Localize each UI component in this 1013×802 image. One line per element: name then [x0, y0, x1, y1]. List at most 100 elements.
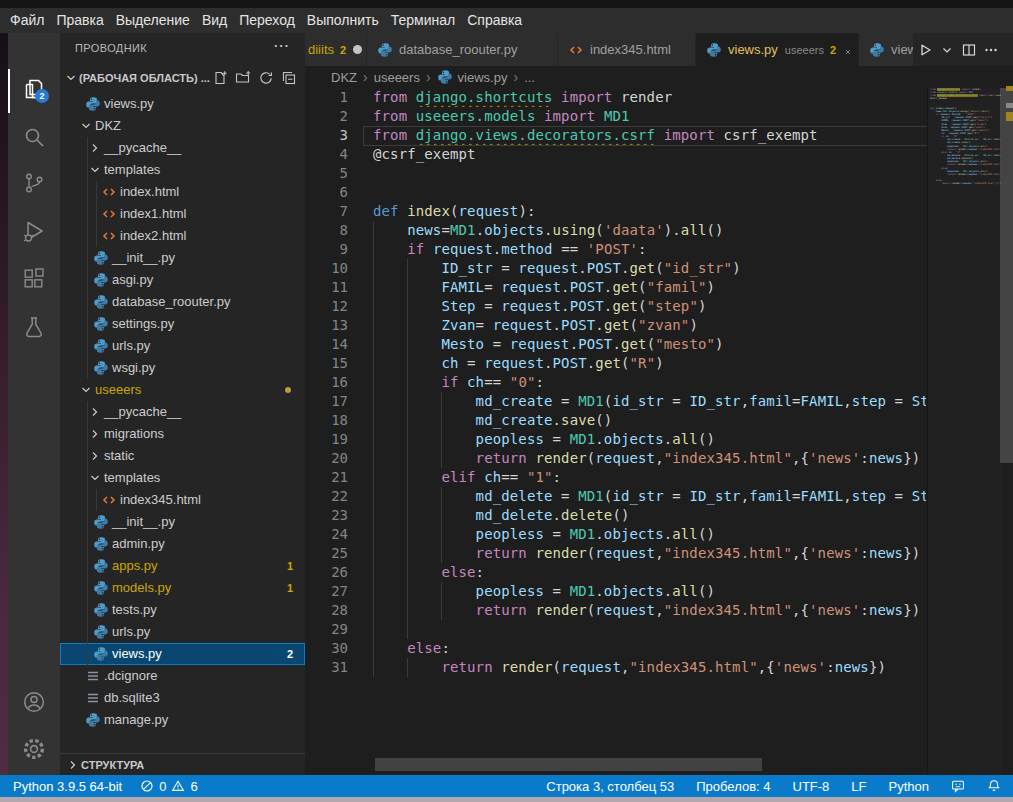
menu-item[interactable]: Выполнить: [301, 8, 385, 33]
line-number[interactable]: 10: [305, 259, 348, 278]
code-line-13[interactable]: 13 Zvan= request.POST.get("zvan"): [305, 316, 926, 335]
line-number[interactable]: 25: [305, 544, 348, 563]
feedback-icon[interactable]: [951, 779, 965, 793]
tree-item-settings.py[interactable]: settings.py: [60, 313, 305, 335]
outline-section-header[interactable]: СТРУКТУРА: [60, 753, 305, 776]
line-number[interactable]: 18: [305, 411, 348, 430]
code-line-12[interactable]: 12 Step = request.POST.get("step"): [305, 297, 926, 316]
code-line-18[interactable]: 18 md_create.save(): [305, 411, 926, 430]
testing-icon[interactable]: [22, 315, 46, 339]
collapse-all-icon[interactable]: [281, 70, 297, 86]
code-line-8[interactable]: 8 news=MD1.objects.using('daata').all(): [305, 221, 926, 240]
split-editor-icon[interactable]: [961, 42, 977, 58]
tab-index345.html[interactable]: index345.html: [558, 33, 696, 66]
code-line-22[interactable]: 22 md_delete = MD1(id_str = ID_str,famil…: [305, 487, 926, 506]
tree-item-asgi.py[interactable]: asgi.py: [60, 269, 305, 291]
tree-item-__pycache__[interactable]: __pycache__: [60, 137, 305, 159]
line-number[interactable]: 30: [305, 639, 348, 658]
explorer-more-icon[interactable]: ⋯: [273, 36, 289, 55]
menu-item[interactable]: Справка: [461, 8, 528, 33]
close-icon[interactable]: [844, 42, 852, 58]
line-number[interactable]: 31: [305, 658, 348, 677]
line-number[interactable]: 4: [305, 145, 348, 164]
code-line-23[interactable]: 23 md_delete.delete(): [305, 506, 926, 525]
code-line-20[interactable]: 20 return render(request,"index345.html"…: [305, 449, 926, 468]
code-line-24[interactable]: 24 peopless = MD1.objects.all(): [305, 525, 926, 544]
bell-icon[interactable]: [987, 779, 1001, 793]
horizontal-scrollbar-slider[interactable]: [375, 758, 762, 771]
code-line-29[interactable]: 29: [305, 620, 926, 639]
code-line-19[interactable]: 19 peopless = MD1.objects.all(): [305, 430, 926, 449]
tree-item-__pycache__[interactable]: __pycache__: [60, 401, 305, 423]
line-number[interactable]: 22: [305, 487, 348, 506]
code-line-25[interactable]: 25 return render(request,"index345.html"…: [305, 544, 926, 563]
code-line-14[interactable]: 14 Mesto = request.POST.get("mesto"): [305, 335, 926, 354]
line-number[interactable]: 23: [305, 506, 348, 525]
status-LF[interactable]: LF: [851, 779, 866, 794]
line-number[interactable]: 21: [305, 468, 348, 487]
line-number[interactable]: 28: [305, 601, 348, 620]
line-number[interactable]: 16: [305, 373, 348, 392]
tree-item-apps.py[interactable]: apps.py1: [60, 555, 305, 577]
code-line-21[interactable]: 21 elif ch== "1":: [305, 468, 926, 487]
tree-item-__init__.py[interactable]: __init__.py: [60, 247, 305, 269]
problems-status[interactable]: 0 6: [140, 779, 197, 794]
line-number[interactable]: 9: [305, 240, 348, 259]
run-debug-icon[interactable]: [22, 219, 46, 243]
tree-item-DKZ[interactable]: DKZ: [60, 115, 305, 137]
line-number[interactable]: 19: [305, 430, 348, 449]
tree-item-db.sqlite3[interactable]: db.sqlite3: [60, 687, 305, 709]
tree-item-__init__.py[interactable]: __init__.py: [60, 511, 305, 533]
line-number[interactable]: 1: [305, 88, 348, 107]
line-number[interactable]: 14: [305, 335, 348, 354]
tree-item-migrations[interactable]: migrations: [60, 423, 305, 445]
line-number[interactable]: 26: [305, 563, 348, 582]
code-line-15[interactable]: 15 ch = request.POST.get("R"): [305, 354, 926, 373]
tree-item-useeers[interactable]: useeers: [60, 379, 305, 401]
code-editor[interactable]: 1from django.shortcuts import render2fro…: [305, 88, 926, 677]
breadcrumb-item[interactable]: useeers: [374, 70, 420, 85]
tree-item-wsgi.py[interactable]: wsgi.py: [60, 357, 305, 379]
run-dropdown-icon[interactable]: [939, 42, 955, 58]
menu-item[interactable]: Выделение: [110, 8, 196, 33]
code-line-4[interactable]: 4@csrf_exempt: [305, 145, 926, 164]
tree-item-urls.py[interactable]: urls.py: [60, 335, 305, 357]
line-number[interactable]: 27: [305, 582, 348, 601]
code-line-1[interactable]: 1from django.shortcuts import render: [305, 88, 926, 107]
tree-item-tests.py[interactable]: tests.py: [60, 599, 305, 621]
menu-item[interactable]: Вид: [196, 8, 233, 33]
account-icon[interactable]: [22, 690, 46, 714]
code-line-16[interactable]: 16 if ch== "0":: [305, 373, 926, 392]
breadcrumb-item[interactable]: views.py: [458, 70, 508, 85]
status-Пробелов: 4[interactable]: Пробелов: 4: [696, 779, 770, 794]
tree-item-templates[interactable]: templates: [60, 467, 305, 489]
breadcrumb-item[interactable]: DKZ: [331, 70, 357, 85]
menu-item[interactable]: Файл: [4, 8, 50, 33]
tab-diiits[interactable]: diiits2: [305, 33, 367, 66]
line-number[interactable]: 7: [305, 202, 348, 221]
tree-item-views.py[interactable]: views.py2: [60, 643, 305, 665]
menu-item[interactable]: Терминал: [385, 8, 461, 33]
tree-item-static[interactable]: static: [60, 445, 305, 467]
code-line-28[interactable]: 28 return render(request,"index345.html"…: [305, 601, 926, 620]
breadcrumb[interactable]: DKZ›useeers›views.py›...: [305, 66, 925, 88]
line-number[interactable]: 17: [305, 392, 348, 411]
line-number[interactable]: 6: [305, 183, 348, 202]
code-line-30[interactable]: 30 else:: [305, 639, 926, 658]
tree-item-templates[interactable]: templates: [60, 159, 305, 181]
code-line-5[interactable]: 5: [305, 164, 926, 183]
line-number[interactable]: 11: [305, 278, 348, 297]
line-number[interactable]: 15: [305, 354, 348, 373]
breadcrumb-item[interactable]: ...: [524, 70, 535, 85]
tree-item-models.py[interactable]: models.py1: [60, 577, 305, 599]
line-number[interactable]: 13: [305, 316, 348, 335]
extensions-icon[interactable]: [22, 267, 46, 291]
minimap[interactable]: from django.shortcuts import renderfrom …: [927, 88, 1001, 775]
python-version[interactable]: Python 3.9.5 64-bit: [13, 779, 122, 794]
gear-icon[interactable]: [22, 737, 46, 761]
line-number[interactable]: 12: [305, 297, 348, 316]
vertical-scrollbar-slider[interactable]: [1000, 88, 1013, 463]
line-number[interactable]: 5: [305, 164, 348, 183]
line-number[interactable]: 20: [305, 449, 348, 468]
tree-item-urls.py[interactable]: urls.py: [60, 621, 305, 643]
